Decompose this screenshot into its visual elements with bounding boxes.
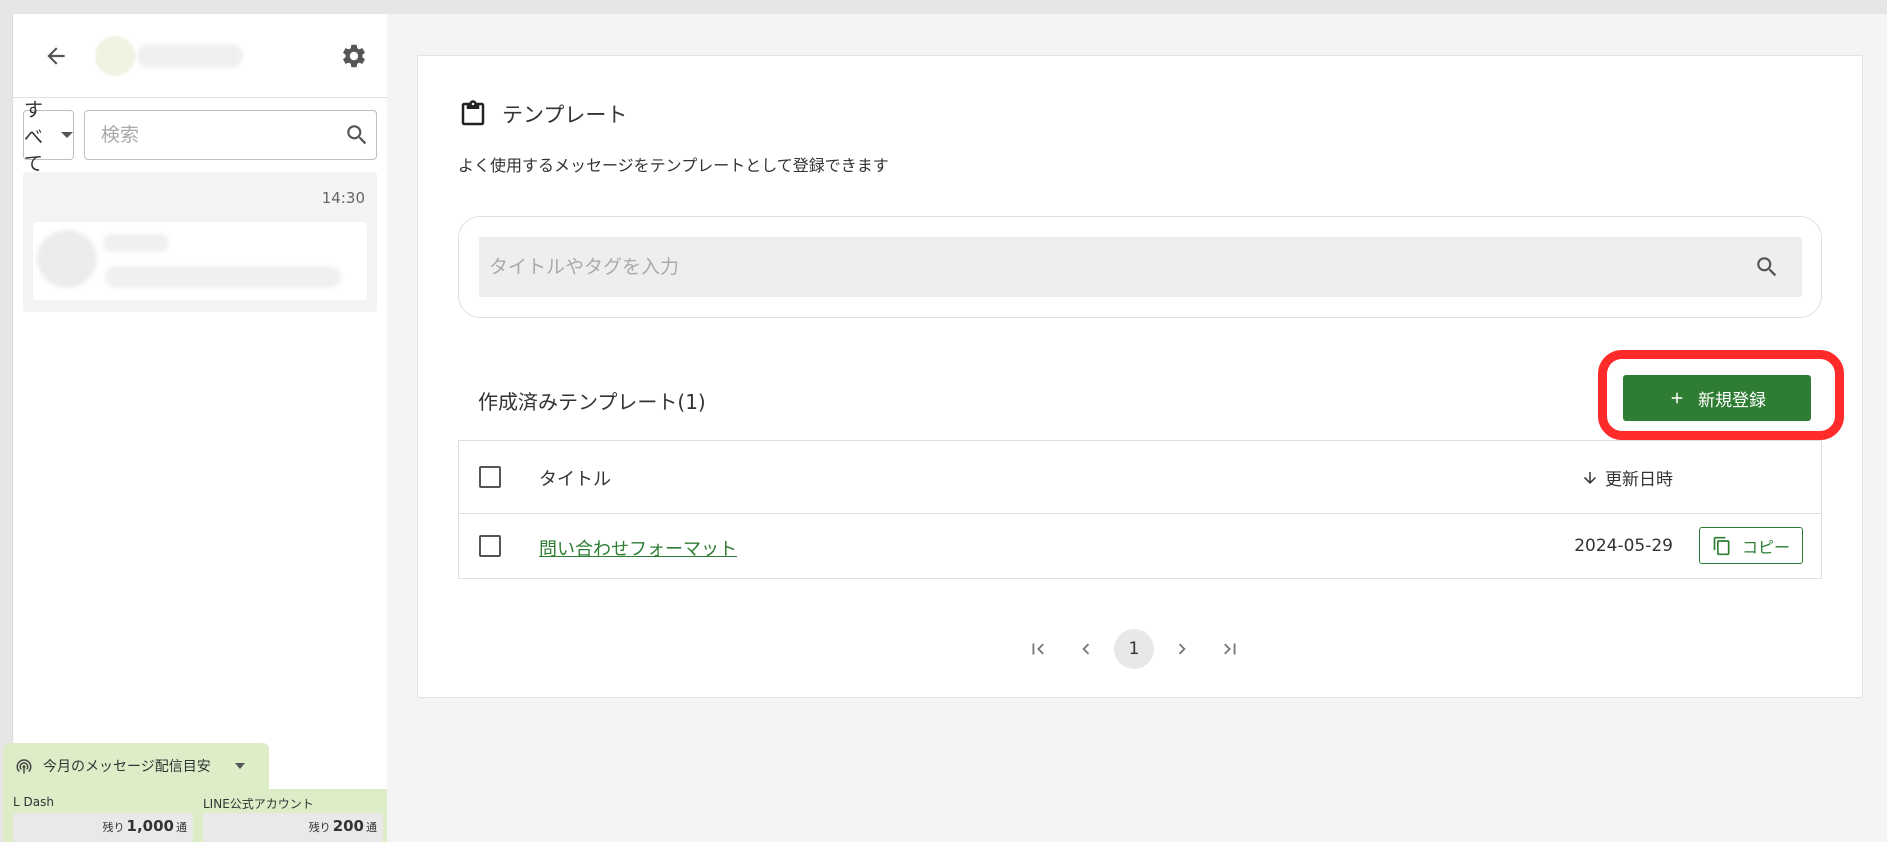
- quota-line-name: LINE公式アカウント: [203, 797, 314, 811]
- search-icon[interactable]: [344, 122, 370, 148]
- message-quota-panel: 今月のメッセージ配信目安 L Dash 残り 1,000 通 LINE公式アカウント…: [3, 743, 393, 842]
- arrow-left-icon: [47, 46, 65, 65]
- template-search-container: [458, 216, 1822, 318]
- filter-selected-label: すべて: [24, 98, 44, 175]
- clipboard-icon: [461, 100, 485, 126]
- quota-unit: 通: [366, 821, 377, 834]
- conversation-message-redacted: [105, 266, 341, 288]
- conversation-time: 14:30: [321, 189, 365, 207]
- page-header: テンプレート: [458, 98, 627, 130]
- copy-button-label: コピー: [1741, 537, 1790, 557]
- column-header-title: タイトル: [539, 469, 611, 490]
- profile-avatar: [95, 35, 135, 76]
- row-checkbox[interactable]: [479, 535, 501, 557]
- first-page-icon: [1032, 643, 1044, 655]
- last-page-icon: [1224, 643, 1236, 655]
- search-icon[interactable]: [1754, 254, 1780, 280]
- page-number-current[interactable]: 1: [1114, 629, 1154, 669]
- prev-page-icon: [1082, 643, 1090, 655]
- sidebar-header: [13, 14, 387, 98]
- quota-ldash: L Dash 残り 1,000 通: [13, 789, 197, 842]
- settings-button[interactable]: [337, 39, 371, 73]
- template-card: テンプレート よく使用するメッセージをテンプレートとして登録できます 作成済みテ…: [417, 55, 1863, 698]
- plus-icon: [1671, 392, 1683, 404]
- broadcast-icon: [16, 759, 32, 774]
- next-page-button[interactable]: [1162, 629, 1202, 669]
- page-title: テンプレート: [502, 103, 628, 127]
- quota-unit: 通: [176, 821, 187, 834]
- template-search: [479, 237, 1802, 297]
- copy-icon: [1713, 536, 1730, 555]
- new-template-label: 新規登録: [1698, 390, 1766, 411]
- main-content: テンプレート よく使用するメッセージをテンプレートとして登録できます 作成済みテ…: [387, 14, 1887, 842]
- new-template-button[interactable]: 新規登録: [1623, 375, 1811, 421]
- quota-body: L Dash 残り 1,000 通 LINE公式アカウント 残り 200 通: [3, 789, 393, 842]
- quota-label: 今月のメッセージ配信目安: [43, 759, 211, 775]
- select-all-checkbox[interactable]: [479, 466, 501, 488]
- template-title-link[interactable]: 問い合わせフォーマット: [539, 535, 737, 561]
- quota-line-official: LINE公式アカウント 残り 200 通: [203, 789, 387, 842]
- arrow-down-icon: [1584, 471, 1596, 484]
- profile-name-redacted: [137, 43, 243, 68]
- quota-ldash-value: 残り 1,000 通: [13, 813, 193, 842]
- quota-ldash-count: 1,000: [126, 817, 174, 835]
- template-search-input[interactable]: [489, 256, 1754, 278]
- conversation-list-item[interactable]: 14:30: [23, 172, 377, 312]
- first-page-button[interactable]: [1018, 629, 1058, 669]
- sidebar-search-input[interactable]: [101, 124, 344, 146]
- next-page-icon: [1178, 643, 1186, 655]
- last-page-button[interactable]: [1210, 629, 1250, 669]
- table-header: タイトル 更新日時: [459, 441, 1821, 514]
- column-header-updated[interactable]: 更新日時: [1581, 465, 1673, 490]
- quota-remaining-prefix: 残り: [308, 821, 331, 834]
- quota-line-value: 残り 200 通: [203, 813, 383, 842]
- gear-icon: [343, 44, 365, 67]
- sidebar-filters: すべて: [13, 98, 387, 175]
- template-table: タイトル 更新日時 問い合わせフォーマット 2024-05-29 コピー: [458, 440, 1822, 579]
- caret-down-icon: [235, 763, 245, 769]
- conversation-preview: [33, 222, 367, 300]
- page-description: よく使用するメッセージをテンプレートとして登録できます: [458, 156, 889, 175]
- window-top-strip: [0, 0, 1887, 14]
- conversation-filter-select[interactable]: すべて: [23, 99, 74, 175]
- copy-button[interactable]: コピー: [1699, 527, 1803, 564]
- template-updated-date: 2024-05-29: [1574, 536, 1673, 556]
- prev-page-button[interactable]: [1066, 629, 1106, 669]
- conversation-avatar: [37, 230, 97, 288]
- table-row: 問い合わせフォーマット 2024-05-29 コピー: [459, 514, 1821, 578]
- caret-down-icon: [61, 132, 73, 138]
- quota-line-count: 200: [332, 817, 364, 835]
- quota-remaining-prefix: 残り: [102, 821, 125, 834]
- column-header-updated-label: 更新日時: [1605, 470, 1673, 490]
- template-list-title: 作成済みテンプレート(1): [478, 390, 706, 414]
- back-button[interactable]: [39, 39, 73, 73]
- quota-ldash-name: L Dash: [13, 795, 54, 809]
- conversation-name-redacted: [103, 234, 169, 252]
- quota-toggle[interactable]: 今月のメッセージ配信目安: [3, 743, 269, 789]
- sidebar-search: [84, 110, 377, 160]
- chat-sidebar: すべて 14:30: [12, 14, 387, 842]
- pagination: 1: [1018, 629, 1250, 669]
